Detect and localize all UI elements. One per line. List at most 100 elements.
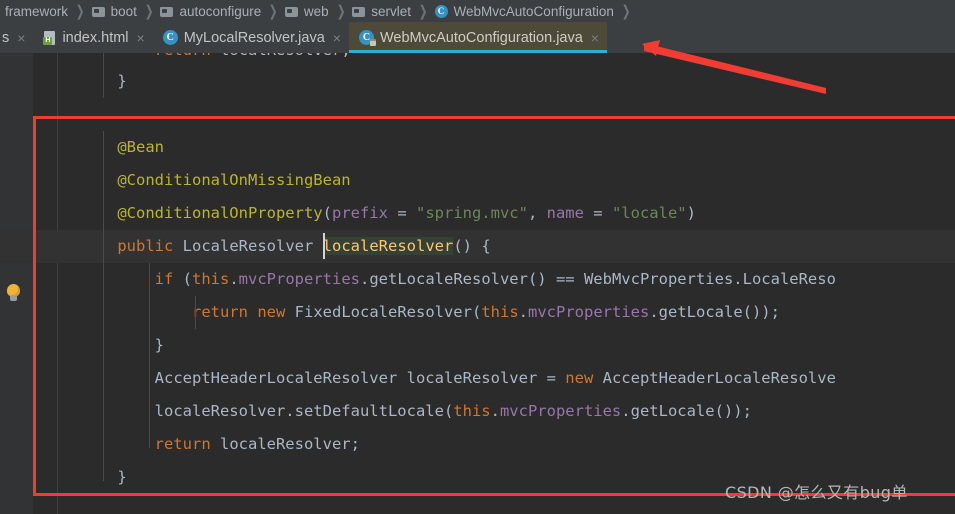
code-token: new <box>257 303 286 321</box>
indent-guide <box>103 53 104 98</box>
code-line-text: AcceptHeaderLocaleResolver localeResolve… <box>80 369 836 387</box>
code-token: localResolver <box>220 53 341 59</box>
breadcrumb-separator-icon: ❯ <box>144 3 154 20</box>
breadcrumb-item-label: servlet <box>371 3 411 19</box>
breadcrumb-item-framework[interactable]: framework <box>0 0 71 22</box>
code-token: localeResolver.setDefaultLocale( <box>80 402 454 420</box>
tab-index-html[interactable]: index.html × <box>33 22 153 53</box>
breadcrumb-separator-icon: ❯ <box>621 3 631 20</box>
breadcrumb-item-label: boot <box>110 3 137 19</box>
tab-close-icon[interactable]: × <box>333 31 341 45</box>
code-token: ( <box>471 303 482 321</box>
line-set-default-locale[interactable]: localeResolver.setDefaultLocale(this.mvc… <box>0 395 955 428</box>
code-line-text: return localeResolver; <box>80 435 360 453</box>
code-lines[interactable]: return localResolver; } @Bean @Condition… <box>0 53 955 514</box>
code-line-text: localeResolver.setDefaultLocale(this.mvc… <box>80 402 752 420</box>
code-token: "spring.mvc" <box>415 204 528 222</box>
code-token: mvcProperties <box>499 402 622 420</box>
code-token: localeResolver <box>322 233 454 259</box>
line-blank-1[interactable] <box>0 98 955 131</box>
code-token: WebMvcProperties <box>583 270 734 288</box>
line-bean-annotation[interactable]: @Bean <box>0 131 955 164</box>
breadcrumb-separator-icon: ❯ <box>336 3 346 20</box>
line-conditional-on-missing-bean[interactable]: @ConditionalOnMissingBean <box>0 164 955 197</box>
code-token: ; <box>341 53 350 59</box>
code-line-text: return new FixedLocaleResolver(this.mvcP… <box>80 303 780 321</box>
indent-guide <box>103 131 104 481</box>
code-token: . <box>229 270 239 288</box>
indent-guide <box>149 263 150 448</box>
code-token: .getLocaleResolver() == <box>360 270 584 288</box>
watermark: CSDN @怎么又有bug单 <box>725 483 908 502</box>
code-token: public <box>117 237 174 255</box>
code-token: @ConditionalOnMissingBean <box>80 171 351 189</box>
text-caret <box>322 233 325 259</box>
code-token: mvcProperties <box>238 270 360 288</box>
code-token: .getLocale()); <box>649 303 780 321</box>
breadcrumb-item-web[interactable]: web <box>282 0 332 22</box>
line-if-close-brace[interactable]: } <box>0 329 955 362</box>
code-token: .LocaleReso <box>733 270 836 288</box>
code-editor[interactable]: return localResolver; } @Bean @Condition… <box>0 53 955 514</box>
code-token: this <box>192 270 230 288</box>
breadcrumb-separator-icon: ❯ <box>418 3 428 20</box>
code-token: } <box>80 336 164 354</box>
editor-tab-bar: s×index.html×CMyLocalResolver.java×CWebM… <box>0 22 955 53</box>
line-return-locale-resolver[interactable]: return localeResolver; <box>0 428 955 461</box>
code-line-text: public LocaleResolver localeResolver() { <box>80 233 491 259</box>
code-token: () { <box>453 237 491 255</box>
tab-label: WebMvcAutoConfiguration.java <box>379 29 583 46</box>
breadcrumb-item-label: web <box>303 3 329 19</box>
tab-close-icon[interactable]: × <box>137 31 145 45</box>
tab-s[interactable]: s × <box>0 22 34 53</box>
line-return-fixed-resolver[interactable]: return new FixedLocaleResolver(this.mvcP… <box>0 296 955 329</box>
line-method-signature[interactable]: public LocaleResolver localeResolver() { <box>0 230 955 263</box>
indent-guide <box>195 296 196 329</box>
code-token: localeResolver = <box>397 369 566 387</box>
code-line-text: @ConditionalOnProperty(prefix = "spring.… <box>80 204 696 222</box>
code-token: = <box>583 204 612 222</box>
breadcrumb-item-label: autoconfigure <box>179 3 262 19</box>
tab-label: index.html <box>62 29 129 46</box>
line-conditional-on-property[interactable]: @ConditionalOnProperty(prefix = "spring.… <box>0 197 955 230</box>
code-token: . <box>490 402 500 420</box>
folder-icon <box>160 6 174 17</box>
code-token: @ConditionalOnProperty <box>80 204 323 222</box>
line-close-brace-prev[interactable]: } <box>0 65 955 98</box>
line-accept-header-decl[interactable]: AcceptHeaderLocaleResolver localeResolve… <box>0 362 955 395</box>
code-token: return <box>155 53 211 59</box>
code-token: ) <box>686 204 696 222</box>
breadcrumb-item-boot[interactable]: boot <box>89 0 140 22</box>
breadcrumb-item-servlet[interactable]: servlet <box>349 0 414 22</box>
code-token: this <box>481 303 519 321</box>
java-class-locked-icon: C <box>358 30 376 46</box>
code-token: = <box>387 204 416 222</box>
line-if-condition[interactable]: if (this.mvcProperties.getLocaleResolver… <box>0 263 955 296</box>
breadcrumb-separator-icon: ❯ <box>75 3 85 20</box>
code-token: localeResolver; <box>210 435 360 453</box>
line-clipped-top[interactable]: return localResolver; <box>0 53 955 65</box>
breadcrumb: framework ❯ boot ❯ autoconfigure ❯ web ❯ servlet… <box>0 0 955 22</box>
code-line-text: } <box>80 336 164 354</box>
tab-close-icon[interactable]: × <box>17 31 25 45</box>
code-token: this <box>453 402 491 420</box>
code-token: new <box>565 369 594 387</box>
code-line-text: @ConditionalOnMissingBean <box>80 171 351 189</box>
code-token: if <box>154 270 174 288</box>
tab-mylocalresolver-java[interactable]: C MyLocalResolver.java × <box>152 22 349 53</box>
breadcrumb-item-webmvcautoconfiguration[interactable]: C WebMvcAutoConfiguration <box>432 0 617 22</box>
tab-close-icon[interactable]: × <box>591 31 599 45</box>
tab-webmvcautoconfiguration-java[interactable]: C WebMvcAutoConfiguration.java × <box>348 22 608 53</box>
code-line-text: return localResolver; <box>80 53 955 65</box>
java-class-icon: C <box>162 30 178 45</box>
code-token: @Bean <box>80 138 164 156</box>
breadcrumb-item-autoconfigure[interactable]: autoconfigure <box>157 0 264 22</box>
tab-bar-filler <box>607 22 955 53</box>
